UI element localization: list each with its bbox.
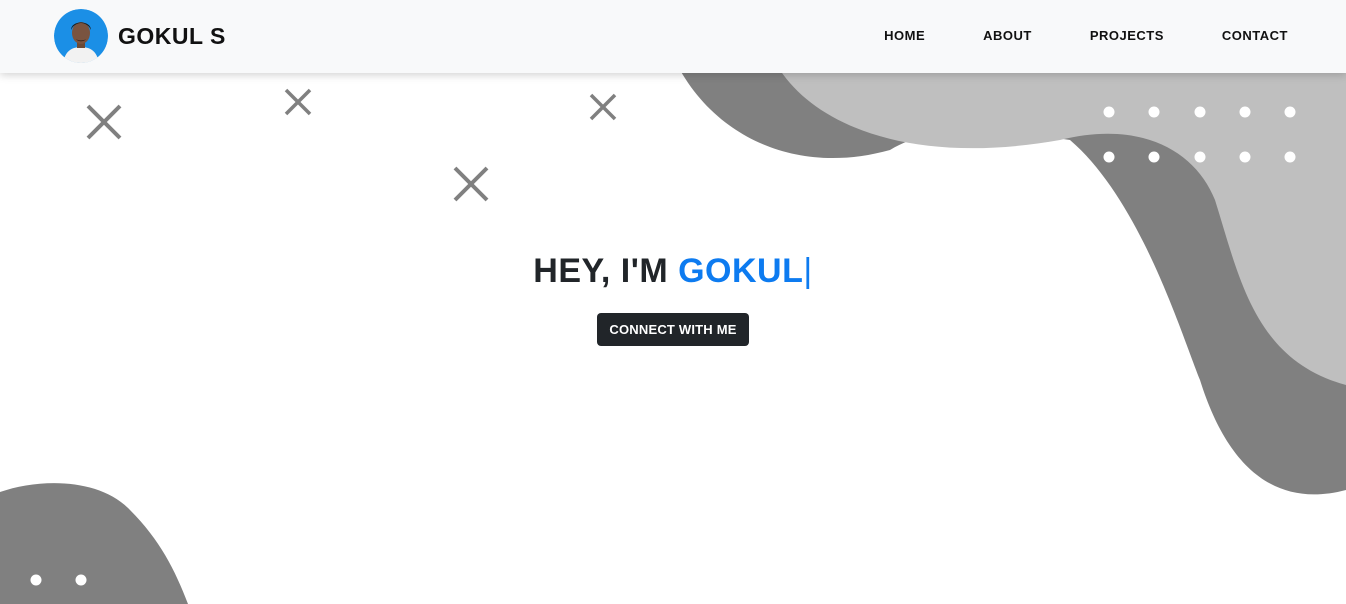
nav-about[interactable]: ABOUT bbox=[983, 28, 1032, 43]
connect-button[interactable]: CONNECT WITH ME bbox=[597, 313, 749, 346]
profile-photo-icon bbox=[54, 9, 108, 63]
x-mark-icon bbox=[284, 88, 312, 116]
typing-cursor: | bbox=[803, 252, 813, 290]
hero-section: HEY, I'M GOKUL| CONNECT WITH ME bbox=[0, 252, 1346, 346]
bottom-left-dark-blob bbox=[0, 483, 188, 604]
hero-greeting: HEY, I'M bbox=[533, 252, 679, 290]
hero-typed-name: GOKUL bbox=[678, 252, 804, 290]
x-mark-icon bbox=[86, 104, 122, 140]
navbar: GOKUL S HOME ABOUT PROJECTS CONTACT bbox=[0, 0, 1346, 73]
hero-title: HEY, I'M GOKUL| bbox=[0, 252, 1346, 291]
nav-menu: HOME ABOUT PROJECTS CONTACT bbox=[826, 0, 1288, 70]
nav-projects[interactable]: PROJECTS bbox=[1090, 28, 1164, 43]
x-mark-icon bbox=[453, 166, 489, 202]
x-mark-icon bbox=[589, 93, 617, 121]
nav-contact[interactable]: CONTACT bbox=[1222, 28, 1288, 43]
brand-name: GOKUL S bbox=[118, 22, 226, 49]
nav-home[interactable]: HOME bbox=[884, 28, 925, 43]
brand-link[interactable]: GOKUL S bbox=[54, 9, 226, 63]
